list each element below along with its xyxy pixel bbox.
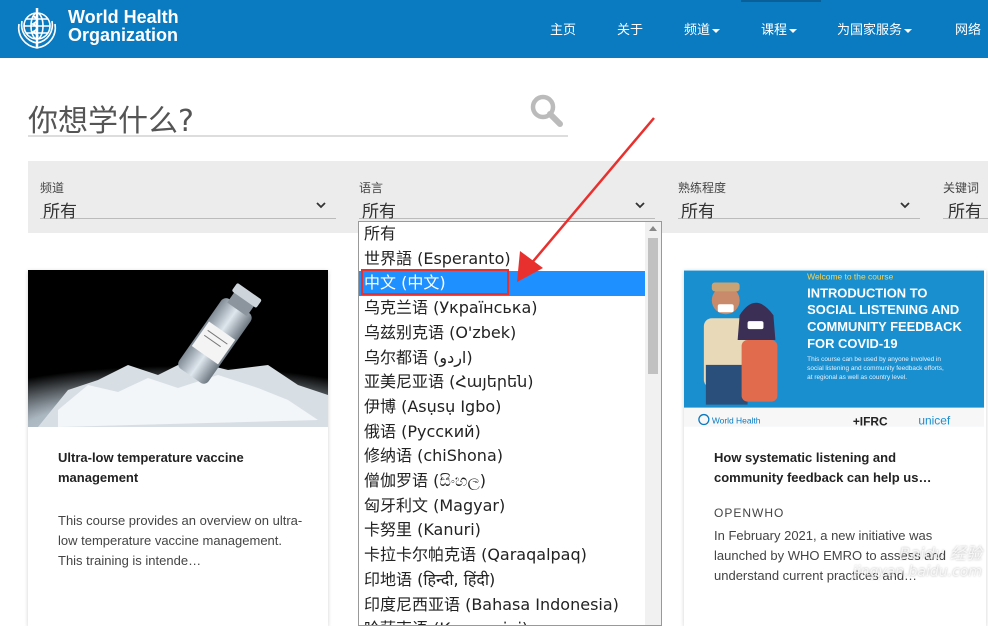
filter-language: 语言 所有 xyxy=(359,179,655,222)
language-option[interactable]: 修纳语 (chiShona) xyxy=(359,444,646,469)
filter-language-select[interactable]: 所有 xyxy=(359,197,655,222)
filter-proficiency-select[interactable]: 所有 xyxy=(678,197,920,222)
banner-blurb-1: This course can be used by anyone involv… xyxy=(807,356,941,363)
dropdown-scrollbar[interactable] xyxy=(645,222,661,625)
filter-channel-select[interactable]: 所有 xyxy=(40,197,336,222)
language-option[interactable]: 伊博 (Asụsụ Igbo) xyxy=(359,395,646,420)
nav-home-label: 主页 xyxy=(550,23,577,38)
filter-channel-value: 所有 xyxy=(43,202,77,222)
who-emblem-icon[interactable] xyxy=(11,4,63,52)
filter-proficiency-label: 熟练程度 xyxy=(678,181,727,195)
language-option[interactable]: 乌克兰语 (Українська) xyxy=(359,296,646,321)
banner-headline-4: FOR COVID-19 xyxy=(807,336,897,351)
nav-network[interactable]: 网络 xyxy=(955,19,981,38)
banner-headline-2: SOCIAL LISTENING AND xyxy=(807,302,959,317)
filter-channel-label: 频道 xyxy=(40,181,65,195)
covid-course-banner-image: Welcome to the course INTRODUCTION TO SO… xyxy=(684,270,984,427)
nav-courses-label: 课程 xyxy=(761,23,788,38)
scroll-up-arrow-icon[interactable] xyxy=(649,226,657,231)
watermark: Baidu 经验 jingyan.baidu.com xyxy=(853,540,982,580)
org-name-line1: World Health xyxy=(68,7,179,27)
filter-language-value: 所有 xyxy=(362,202,396,222)
org-name-line2: Organization xyxy=(68,25,179,45)
site-header: World Health Organization 主页 关于 频道 课程 为国… xyxy=(0,0,988,58)
language-option[interactable]: 俄语 (Русский) xyxy=(359,420,646,445)
course-provider: OPENWHO xyxy=(714,506,785,520)
nav-active-indicator xyxy=(741,0,821,2)
search-heading[interactable]: 你想学什么? xyxy=(28,96,194,140)
filter-keyword-input[interactable]: 所有 xyxy=(943,197,988,222)
language-option[interactable]: 僧伽罗语 (සිංහල) xyxy=(359,469,646,494)
banner-welcome: Welcome to the course xyxy=(807,271,893,281)
banner-who-logo: World Health xyxy=(712,416,761,426)
vaccine-vial-image xyxy=(28,270,328,427)
filter-channel: 频道 所有 xyxy=(40,179,336,222)
language-option[interactable]: 印地语 (हिन्दी, हिंदी) xyxy=(359,568,646,593)
caret-down-icon xyxy=(712,28,721,33)
filter-proficiency: 熟练程度 所有 xyxy=(678,179,920,222)
language-option[interactable]: 乌尔都语 (اردو) xyxy=(359,346,646,371)
org-name[interactable]: World Health Organization xyxy=(68,8,179,44)
language-option[interactable]: 卡努里 (Kanuri) xyxy=(359,518,646,543)
nav-network-label: 网络 xyxy=(955,23,982,38)
search-icon[interactable] xyxy=(528,92,564,128)
nav-about-label: 关于 xyxy=(617,23,644,38)
banner-headline-1: INTRODUCTION TO xyxy=(807,285,927,300)
watermark-line1: Baidu 经验 xyxy=(899,544,982,563)
language-option[interactable]: 卡拉卡尔帕克语 (Qaraqalpaq) xyxy=(359,543,646,568)
caret-down-icon xyxy=(904,28,913,33)
language-option[interactable]: 所有 xyxy=(359,222,646,247)
nav-channels-label: 频道 xyxy=(684,23,711,38)
caret-down-icon xyxy=(789,28,798,33)
banner-headline-3: COMMUNITY FEEDBACK xyxy=(807,319,962,334)
language-option[interactable]: 哈萨克语 (Қазақ тілі) xyxy=(359,617,646,625)
banner-unicef-logo: unicef xyxy=(918,413,950,427)
nav-channels[interactable]: 频道 xyxy=(684,19,721,38)
chevron-down-icon xyxy=(900,202,910,209)
course-title[interactable]: Ultra-low temperature vaccine management xyxy=(58,448,298,488)
banner-ifrc-logo: +IFRC xyxy=(853,414,888,427)
filter-language-label: 语言 xyxy=(359,181,384,195)
language-option[interactable]: 世界語 (Esperanto) xyxy=(359,247,646,272)
filter-keyword-label: 关键词 xyxy=(943,181,980,195)
highlight-box xyxy=(361,269,509,295)
banner-blurb-3: at regional as well as country level. xyxy=(807,374,907,381)
course-title[interactable]: How systematic listening and community f… xyxy=(714,448,954,488)
dropdown-scroll-thumb[interactable] xyxy=(648,238,658,374)
chevron-down-icon xyxy=(316,202,326,209)
course-card[interactable]: Ultra-low temperature vaccine management… xyxy=(28,270,328,626)
nav-about[interactable]: 关于 xyxy=(617,19,643,38)
nav-home[interactable]: 主页 xyxy=(550,19,576,38)
language-option[interactable]: 乌兹别克语 (O'zbek) xyxy=(359,321,646,346)
nav-countries[interactable]: 为国家服务 xyxy=(837,19,913,38)
watermark-line2: jingyan.baidu.com xyxy=(852,564,982,580)
search-underline xyxy=(28,135,568,137)
course-description: This course provides an overview on ultr… xyxy=(58,513,303,568)
filter-keyword: 关键词 所有 xyxy=(943,179,988,222)
language-option[interactable]: 印度尼西亚语 (Bahasa Indonesia) xyxy=(359,593,646,618)
chevron-down-icon xyxy=(635,202,645,209)
nav-courses[interactable]: 课程 xyxy=(761,19,798,38)
filter-proficiency-value: 所有 xyxy=(681,202,715,222)
banner-blurb-2: social listening and community feedback … xyxy=(807,365,944,372)
language-option[interactable]: 匈牙利文 (Magyar) xyxy=(359,494,646,519)
filter-keyword-value: 所有 xyxy=(948,202,982,222)
language-option[interactable]: 亚美尼亚语 (Հայերեն) xyxy=(359,370,646,395)
nav-countries-label: 为国家服务 xyxy=(837,23,903,38)
